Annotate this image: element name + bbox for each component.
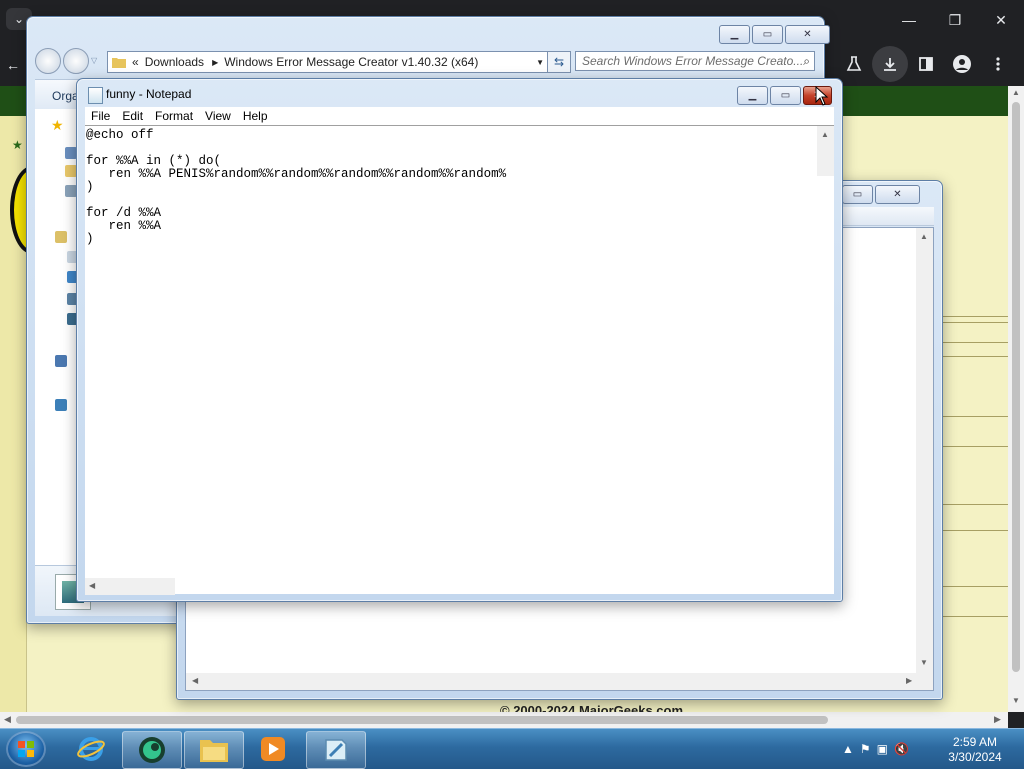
file-explorer-button[interactable] — [184, 731, 244, 769]
menu-edit[interactable]: Edit — [122, 109, 143, 123]
download-icon[interactable] — [872, 46, 908, 82]
network-icon[interactable] — [55, 399, 67, 411]
vertical-scrollbar[interactable]: ▲ — [817, 126, 834, 176]
network-icon[interactable]: ▣ — [877, 742, 888, 756]
address-bar[interactable]: « Downloads ▶ Windows Error Message Crea… — [107, 51, 549, 73]
notepad-icon — [325, 739, 347, 761]
browser-toolbar-icons — [836, 44, 1024, 84]
scroll-down-icon[interactable]: ▼ — [1008, 696, 1024, 710]
browser-horizontal-scrollbar[interactable]: ◀ ▶ — [0, 712, 1008, 728]
window-title: funny - Notepad — [106, 87, 192, 101]
clock[interactable]: 2:59 AM 3/30/2024 — [940, 735, 1010, 765]
text-editor[interactable]: @echo off for %%A in (*) do( ren %%A PEN… — [85, 125, 834, 595]
recent-pages-icon[interactable]: ▽ — [91, 56, 97, 74]
media-player-button[interactable] — [244, 731, 302, 767]
breadcrumb-current[interactable]: Windows Error Message Creator v1.40.32 (… — [224, 55, 478, 69]
clock-time: 2:59 AM — [952, 735, 998, 749]
notepad-taskbar-button[interactable] — [306, 731, 366, 769]
editor-content[interactable]: @echo off for %%A in (*) do( ren %%A PEN… — [86, 129, 506, 246]
minimize-button[interactable]: ▁ — [737, 86, 768, 105]
folder-icon — [200, 740, 228, 762]
browser-app-icon — [139, 737, 165, 763]
explorer-caption-buttons: ▁ ▭ ✕ — [719, 25, 830, 44]
breadcrumb-prefix[interactable]: « — [132, 55, 139, 69]
scroll-left-icon[interactable]: ◀ — [192, 676, 198, 685]
menu-bar: File Edit Format View Help — [85, 107, 834, 125]
internet-explorer-button[interactable] — [62, 731, 120, 767]
maximize-button[interactable]: ❐ — [932, 0, 978, 40]
scroll-right-icon[interactable]: ▶ — [994, 714, 1001, 725]
system-tray: ▲ ⚑ ▣ 🔇 — [842, 729, 909, 769]
maximize-button[interactable]: ▭ — [752, 25, 783, 44]
scroll-left-icon[interactable]: ◀ — [89, 581, 95, 590]
notepad-window: funny - Notepad ▁ ▭ ✕ File Edit Format V… — [76, 78, 843, 602]
maximize-button[interactable]: ▭ — [770, 86, 801, 105]
close-button[interactable]: ✕ — [875, 185, 920, 204]
labs-icon[interactable] — [836, 46, 872, 82]
folder-icon — [112, 58, 126, 68]
windows-logo-icon — [18, 741, 34, 757]
clock-date: 3/30/2024 — [948, 750, 1002, 764]
taskbar: ▲ ⚑ ▣ 🔇 2:59 AM 3/30/2024 — [0, 728, 1024, 769]
vertical-scrollbar[interactable]: ▲ ▼ — [916, 228, 933, 673]
browser-app-button[interactable] — [122, 731, 182, 769]
nav-buttons: ▽ — [35, 48, 97, 74]
volume-muted-icon[interactable]: 🔇 — [894, 742, 909, 756]
breadcrumb-separator-icon[interactable]: ▶ — [212, 58, 218, 67]
close-button[interactable]: ✕ — [978, 0, 1024, 40]
internet-explorer-icon — [77, 737, 105, 761]
scroll-up-icon[interactable]: ▲ — [920, 232, 928, 241]
show-hidden-icons-icon[interactable]: ▲ — [842, 742, 854, 756]
maximize-button[interactable]: ▭ — [842, 185, 873, 204]
back-arrow-icon[interactable]: ← — [0, 44, 26, 86]
forward-button[interactable] — [63, 48, 89, 74]
browser-vertical-scrollbar[interactable]: ▲ ▼ — [1008, 86, 1024, 712]
menu-format[interactable]: Format — [155, 109, 193, 123]
horizontal-scrollbar[interactable]: ◀ ▶ — [186, 673, 933, 690]
browser-window-controls: — ❐ ✕ — [886, 0, 1024, 40]
organize-button[interactable]: Orga — [52, 89, 79, 103]
minimize-button[interactable]: ▁ — [719, 25, 750, 44]
chevron-down-icon[interactable]: ▼ — [536, 58, 544, 67]
favorites-star-icon[interactable]: ★ — [51, 117, 65, 133]
menu-help[interactable]: Help — [243, 109, 268, 123]
menu-file[interactable]: File — [91, 109, 110, 123]
search-icon[interactable]: ⌕ — [803, 54, 810, 69]
scroll-thumb[interactable] — [16, 716, 828, 724]
close-button[interactable]: ✕ — [785, 25, 830, 44]
libraries-icon[interactable] — [55, 231, 67, 243]
profile-icon[interactable] — [944, 46, 980, 82]
scroll-up-icon[interactable]: ▲ — [821, 130, 829, 139]
mouse-cursor-icon — [815, 86, 829, 106]
horizontal-scrollbar[interactable]: ◀ — [85, 578, 175, 595]
start-button[interactable] — [6, 731, 46, 767]
menu-icon[interactable] — [980, 46, 1016, 82]
star-icon: ★ — [12, 138, 23, 152]
scroll-up-icon[interactable]: ▲ — [1008, 88, 1024, 102]
back-button[interactable] — [35, 48, 61, 74]
sidepanel-icon[interactable] — [908, 46, 944, 82]
search-placeholder: Search Windows Error Message Creato... — [582, 54, 804, 68]
menu-view[interactable]: View — [205, 109, 231, 123]
homegroup-icon[interactable] — [55, 355, 67, 367]
action-center-flag-icon[interactable]: ⚑ — [860, 742, 871, 756]
scroll-left-icon[interactable]: ◀ — [4, 714, 11, 725]
scroll-down-icon[interactable]: ▼ — [920, 658, 928, 667]
scroll-thumb[interactable] — [1012, 102, 1020, 672]
breadcrumb-downloads[interactable]: Downloads — [145, 55, 204, 69]
site-right-rows — [942, 116, 1008, 712]
notepad-icon — [88, 87, 103, 104]
minimize-button[interactable]: — — [886, 0, 932, 40]
search-input[interactable]: Search Windows Error Message Creato... ⌕ — [575, 51, 815, 71]
refresh-icon[interactable]: ⇆ — [547, 51, 571, 73]
media-player-icon — [261, 737, 285, 761]
scroll-right-icon[interactable]: ▶ — [906, 676, 912, 685]
